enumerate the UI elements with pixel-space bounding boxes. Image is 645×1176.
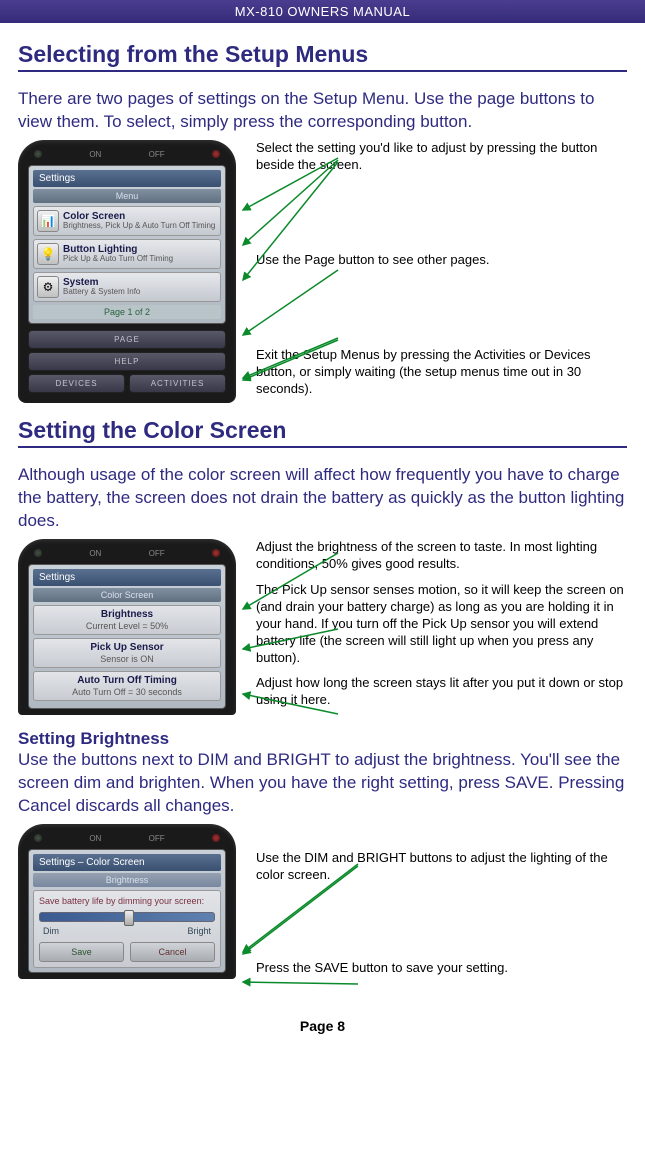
slider-thumb[interactable] (124, 910, 134, 926)
off-label: OFF (149, 834, 165, 843)
help-button[interactable]: HELP (28, 352, 226, 371)
section-heading-2: Setting the Color Screen (18, 417, 627, 448)
brightness-message: Save battery life by dimming your screen… (39, 896, 215, 907)
setting-auto-turn-off[interactable]: Auto Turn Off Timing Auto Turn Off = 30 … (33, 671, 221, 701)
on-label: ON (89, 834, 101, 843)
led-off (212, 834, 220, 842)
dim-label[interactable]: Dim (43, 926, 59, 936)
screen-subtitle-2: Color Screen (33, 588, 221, 602)
remote-setup-menu: ON OFF Settings Menu 📊 Color ScreenBrigh… (18, 140, 236, 403)
on-label: ON (89, 150, 101, 159)
remote-color-screen: ON OFF Settings Color Screen Brightness … (18, 539, 236, 715)
devices-button[interactable]: DEVICES (28, 374, 125, 393)
menu-item-button-lighting[interactable]: 💡 Button LightingPick Up & Auto Turn Off… (33, 239, 221, 269)
callout-1c: Exit the Setup Menus by pressing the Act… (256, 347, 627, 398)
led-off (212, 549, 220, 557)
callout-2a: Adjust the brightness of the screen to t… (256, 539, 627, 573)
screen-subtitle-3: Brightness (33, 873, 221, 887)
callout-1b: Use the Page button to see other pages. (256, 252, 627, 269)
remote-screen-2: Settings Color Screen Brightness Current… (28, 564, 226, 709)
led-off (212, 150, 220, 158)
section1-intro: There are two pages of settings on the S… (18, 88, 627, 134)
manual-title: MX-810 OWNERS MANUAL (235, 4, 410, 19)
brightness-slider[interactable] (39, 912, 215, 922)
section2-intro: Although usage of the color screen will … (18, 464, 627, 533)
menu-item-system[interactable]: ⚙ SystemBattery & System Info (33, 272, 221, 302)
bright-label[interactable]: Bright (187, 926, 211, 936)
screen-title-3: Settings – Color Screen (33, 854, 221, 871)
remote-screen-1: Settings Menu 📊 Color ScreenBrightness, … (28, 165, 226, 324)
screen-subtitle: Menu (33, 189, 221, 203)
activities-button[interactable]: ACTIVITIES (129, 374, 226, 393)
callout-1a: Select the setting you'd like to adjust … (256, 140, 627, 174)
remote-brightness: ON OFF Settings – Color Screen Brightnes… (18, 824, 236, 980)
page-indicator: Page 1 of 2 (33, 305, 221, 319)
screen-title: Settings (33, 170, 221, 187)
manual-header: MX-810 OWNERS MANUAL (0, 0, 645, 23)
cancel-button[interactable]: Cancel (130, 942, 215, 962)
off-label: OFF (149, 150, 165, 159)
sub-body-brightness: Use the buttons next to DIM and BRIGHT t… (18, 749, 627, 818)
remote-screen-3: Settings – Color Screen Brightness Save … (28, 849, 226, 974)
page-button[interactable]: PAGE (28, 330, 226, 349)
setting-pickup-sensor[interactable]: Pick Up Sensor Sensor is ON (33, 638, 221, 668)
led-on (34, 834, 42, 842)
setting-brightness[interactable]: Brightness Current Level = 50% (33, 605, 221, 635)
menu-item-color-screen[interactable]: 📊 Color ScreenBrightness, Pick Up & Auto… (33, 206, 221, 236)
screen-title-2: Settings (33, 569, 221, 586)
off-label: OFF (149, 549, 165, 558)
callout-3a: Use the DIM and BRIGHT buttons to adjust… (256, 850, 627, 884)
save-button[interactable]: Save (39, 942, 124, 962)
led-on (34, 150, 42, 158)
chart-icon: 📊 (37, 210, 59, 232)
callout-3b: Press the SAVE button to save your setti… (256, 960, 627, 977)
callout-2c: Adjust how long the screen stays lit aft… (256, 675, 627, 709)
section-heading-1: Selecting from the Setup Menus (18, 41, 627, 72)
page-footer: Page 8 (18, 1018, 627, 1034)
led-on (34, 549, 42, 557)
sub-heading-brightness: Setting Brightness (18, 729, 627, 749)
callout-2b: The Pick Up sensor senses motion, so it … (256, 582, 627, 666)
gear-icon: ⚙ (37, 276, 59, 298)
on-label: ON (89, 549, 101, 558)
light-icon: 💡 (37, 243, 59, 265)
brightness-panel: Save battery life by dimming your screen… (33, 890, 221, 969)
